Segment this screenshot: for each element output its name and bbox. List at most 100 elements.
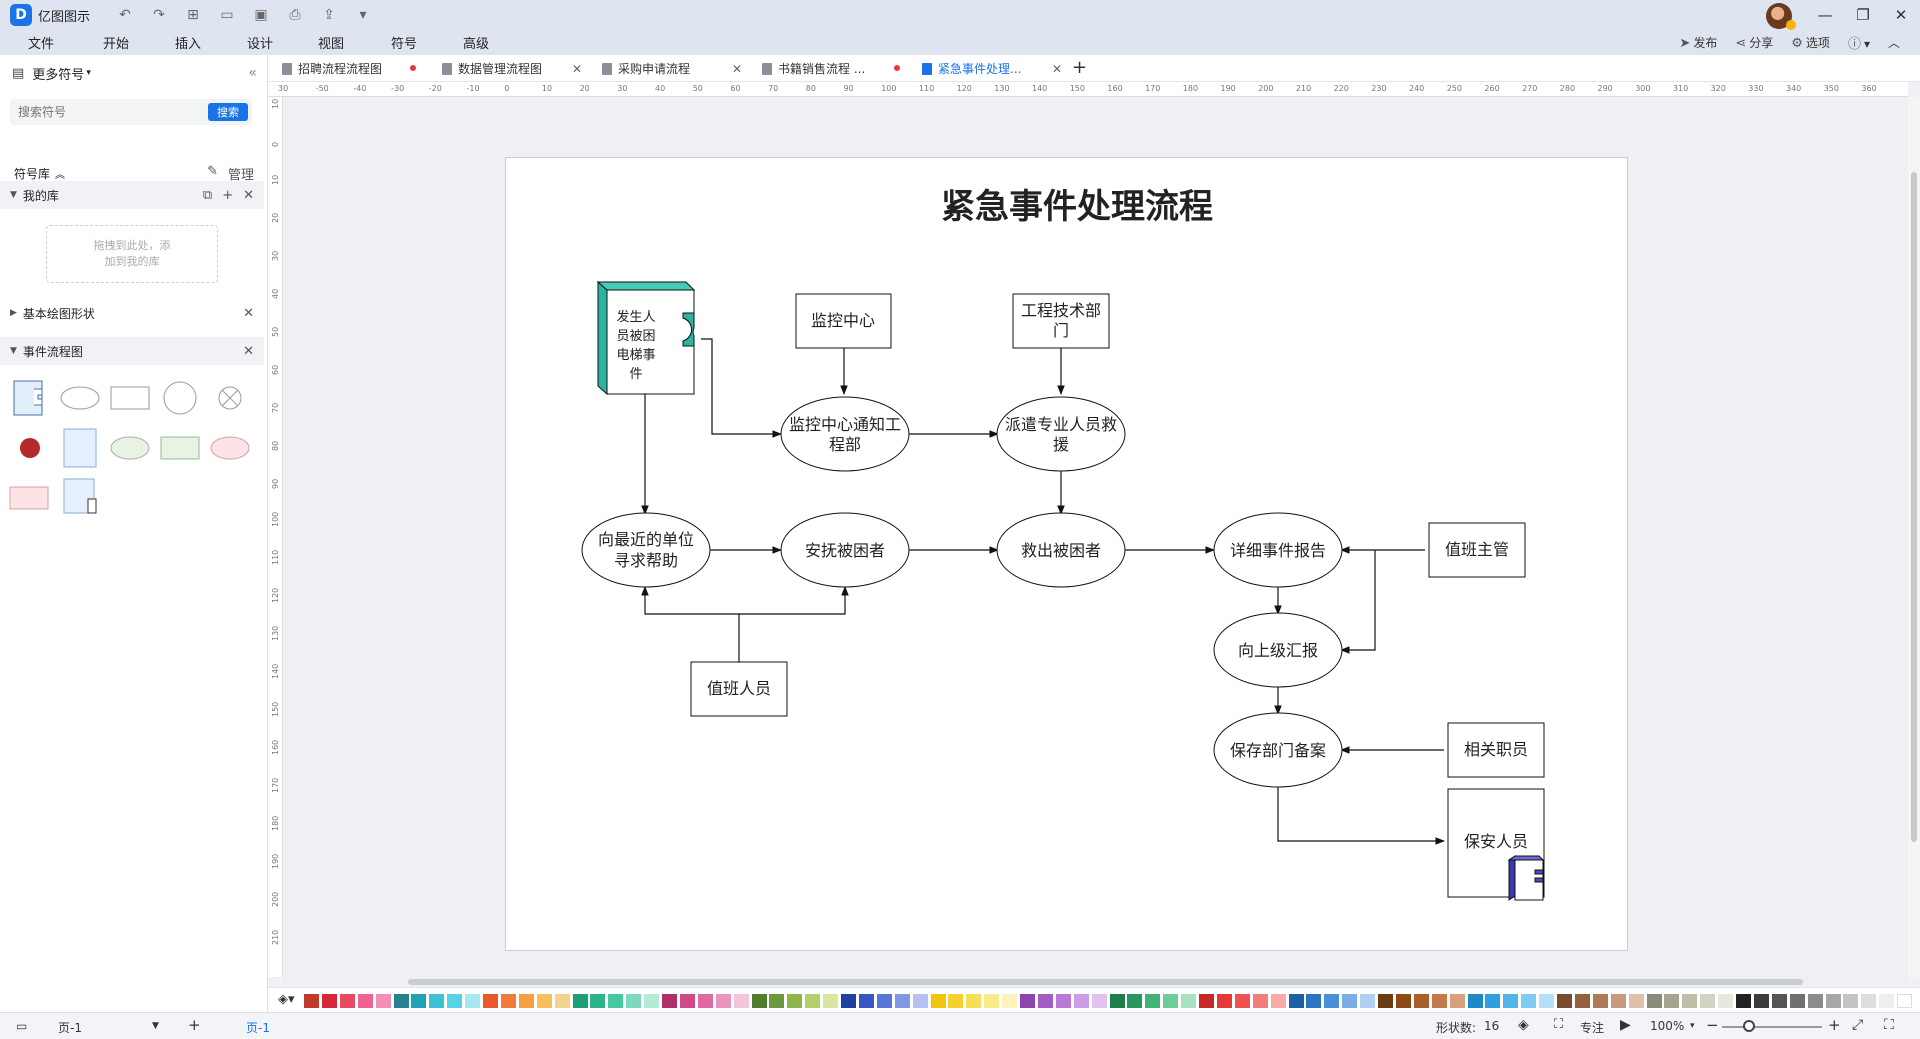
color-swatch[interactable] — [1288, 994, 1304, 1008]
restore-icon[interactable]: ❐ — [1844, 0, 1882, 30]
open-folder-icon[interactable]: ▭ — [214, 4, 240, 26]
color-swatch[interactable] — [1002, 994, 1018, 1008]
color-swatch[interactable] — [912, 994, 928, 1008]
node-engineering-dept[interactable]: 工程技术部 门 — [1012, 293, 1110, 349]
focus-icon[interactable]: ⛶ — [1554, 1017, 1563, 1032]
node-comfort[interactable]: 安抚被困者 — [780, 512, 910, 588]
color-swatch[interactable] — [447, 994, 463, 1008]
shape-filled-dot[interactable] — [20, 438, 40, 458]
page-tab[interactable]: 页-1 — [246, 1019, 270, 1036]
color-swatch[interactable] — [1073, 994, 1089, 1008]
color-swatch[interactable] — [966, 994, 982, 1008]
color-swatch[interactable] — [304, 994, 319, 1008]
play-icon[interactable]: ▶ — [1620, 1017, 1631, 1033]
color-swatch[interactable] — [1771, 994, 1787, 1008]
node-archive[interactable]: 保存部门备案 — [1213, 712, 1343, 788]
color-swatch[interactable] — [1109, 994, 1125, 1008]
close-tab-icon[interactable]: ✕ — [572, 62, 582, 76]
color-swatch[interactable] — [1055, 994, 1071, 1008]
color-swatch[interactable] — [1557, 994, 1572, 1008]
shape-green-rect[interactable] — [160, 436, 200, 460]
chevron-up-icon[interactable]: ︽ — [55, 166, 65, 181]
color-swatch[interactable] — [1861, 994, 1877, 1008]
drop-zone[interactable]: 拖拽到此处，添 加到我的库 — [46, 225, 218, 283]
color-swatch[interactable] — [429, 994, 445, 1008]
minimize-icon[interactable]: — — [1806, 0, 1844, 30]
save-icon[interactable]: ▣ — [248, 4, 274, 26]
connector-duty-to-seekhelp[interactable] — [641, 586, 740, 662]
close-window-icon[interactable]: ✕ — [1882, 0, 1920, 30]
connector-trapped-to-notify[interactable] — [701, 338, 782, 438]
menu-view[interactable]: 视图 — [318, 33, 344, 52]
menu-file[interactable]: 文件 — [28, 33, 54, 52]
node-rescue[interactable]: 救出被困者 — [996, 512, 1126, 588]
color-swatch[interactable] — [930, 994, 946, 1008]
color-swatch[interactable] — [697, 994, 713, 1008]
close-tab-icon[interactable]: ✕ — [732, 62, 742, 76]
color-swatch[interactable] — [572, 994, 588, 1008]
customize-dropdown-icon[interactable]: ▾ — [350, 4, 376, 26]
menu-advanced[interactable]: 高级 — [463, 33, 489, 52]
page-selector[interactable]: 页-1 — [58, 1019, 82, 1036]
color-swatch[interactable] — [554, 994, 570, 1008]
color-swatch[interactable] — [1199, 994, 1214, 1008]
help-button[interactable]: ⓘ ▾ — [1848, 33, 1870, 52]
color-swatch[interactable] — [733, 994, 749, 1008]
color-swatch[interactable] — [894, 994, 910, 1008]
publish-button[interactable]: ➤ 发布 — [1679, 34, 1717, 51]
event-flowchart-row[interactable]: ▼ 事件流程图 ✕ — [0, 337, 264, 365]
horizontal-scrollbar[interactable] — [283, 977, 1908, 987]
color-swatch[interactable] — [1020, 994, 1035, 1008]
shape-rectangle[interactable] — [110, 386, 150, 410]
color-swatch[interactable] — [1736, 994, 1751, 1008]
shape-cross-circle[interactable] — [218, 386, 242, 410]
color-swatch[interactable] — [1682, 994, 1698, 1008]
color-swatch[interactable] — [858, 994, 874, 1008]
color-swatch[interactable] — [679, 994, 695, 1008]
color-swatch[interactable] — [1091, 994, 1107, 1008]
fullscreen-icon[interactable]: ⛶ — [1884, 1017, 1894, 1033]
color-swatch[interactable] — [1521, 994, 1537, 1008]
add-page-icon[interactable]: + — [188, 1016, 201, 1034]
color-swatch[interactable] — [590, 994, 606, 1008]
color-swatch[interactable] — [1718, 994, 1734, 1008]
color-swatch[interactable] — [1395, 994, 1411, 1008]
page-layout-icon[interactable]: ▭ — [16, 1019, 27, 1033]
color-swatch[interactable] — [1628, 994, 1644, 1008]
symbol-library-label[interactable]: 符号库 — [14, 165, 50, 182]
color-swatch[interactable] — [644, 994, 660, 1008]
zoom-out-icon[interactable]: − — [1706, 1016, 1719, 1034]
color-swatch[interactable] — [1181, 994, 1197, 1008]
color-swatch[interactable] — [626, 994, 642, 1008]
color-swatch[interactable] — [841, 994, 856, 1008]
node-supervisor[interactable]: 值班主管 — [1428, 522, 1526, 578]
color-swatch[interactable] — [1234, 994, 1250, 1008]
drawing-canvas[interactable]: 紧急事件处理流程 发生人 员被困 电梯事 件 监控中心 工程技术部 门 值班主管… — [283, 97, 1908, 977]
color-swatch[interactable] — [321, 994, 337, 1008]
color-swatch[interactable] — [1503, 994, 1519, 1008]
tab-data-management[interactable]: 数据管理流程图 ✕ — [442, 55, 592, 82]
color-swatch[interactable] — [1574, 994, 1590, 1008]
color-swatch[interactable] — [1700, 994, 1716, 1008]
menu-home[interactable]: 开始 — [103, 33, 129, 52]
color-swatch[interactable] — [876, 994, 892, 1008]
color-swatch[interactable] — [751, 994, 767, 1008]
color-swatch[interactable] — [500, 994, 516, 1008]
color-swatch[interactable] — [787, 994, 803, 1008]
page-dropdown-icon[interactable]: ▼ — [152, 1021, 159, 1031]
color-swatch[interactable] — [662, 994, 677, 1008]
node-security[interactable]: 保安人员 — [1447, 788, 1545, 901]
collapse-ribbon-icon[interactable]: ︿ — [1888, 34, 1900, 51]
shape-pink-ellipse[interactable] — [210, 436, 250, 460]
connector-archive-to-security[interactable] — [1277, 786, 1445, 845]
color-swatch[interactable] — [1825, 994, 1841, 1008]
shape-circle[interactable] — [163, 381, 197, 415]
color-swatch[interactable] — [1879, 994, 1895, 1008]
color-swatch[interactable] — [483, 994, 498, 1008]
color-swatch[interactable] — [984, 994, 1000, 1008]
color-swatch[interactable] — [715, 994, 731, 1008]
color-swatch[interactable] — [1807, 994, 1823, 1008]
tab-book-sales[interactable]: 书籍销售流程 ... — [762, 55, 912, 82]
color-swatch[interactable] — [1324, 994, 1340, 1008]
color-swatch[interactable] — [1664, 994, 1680, 1008]
